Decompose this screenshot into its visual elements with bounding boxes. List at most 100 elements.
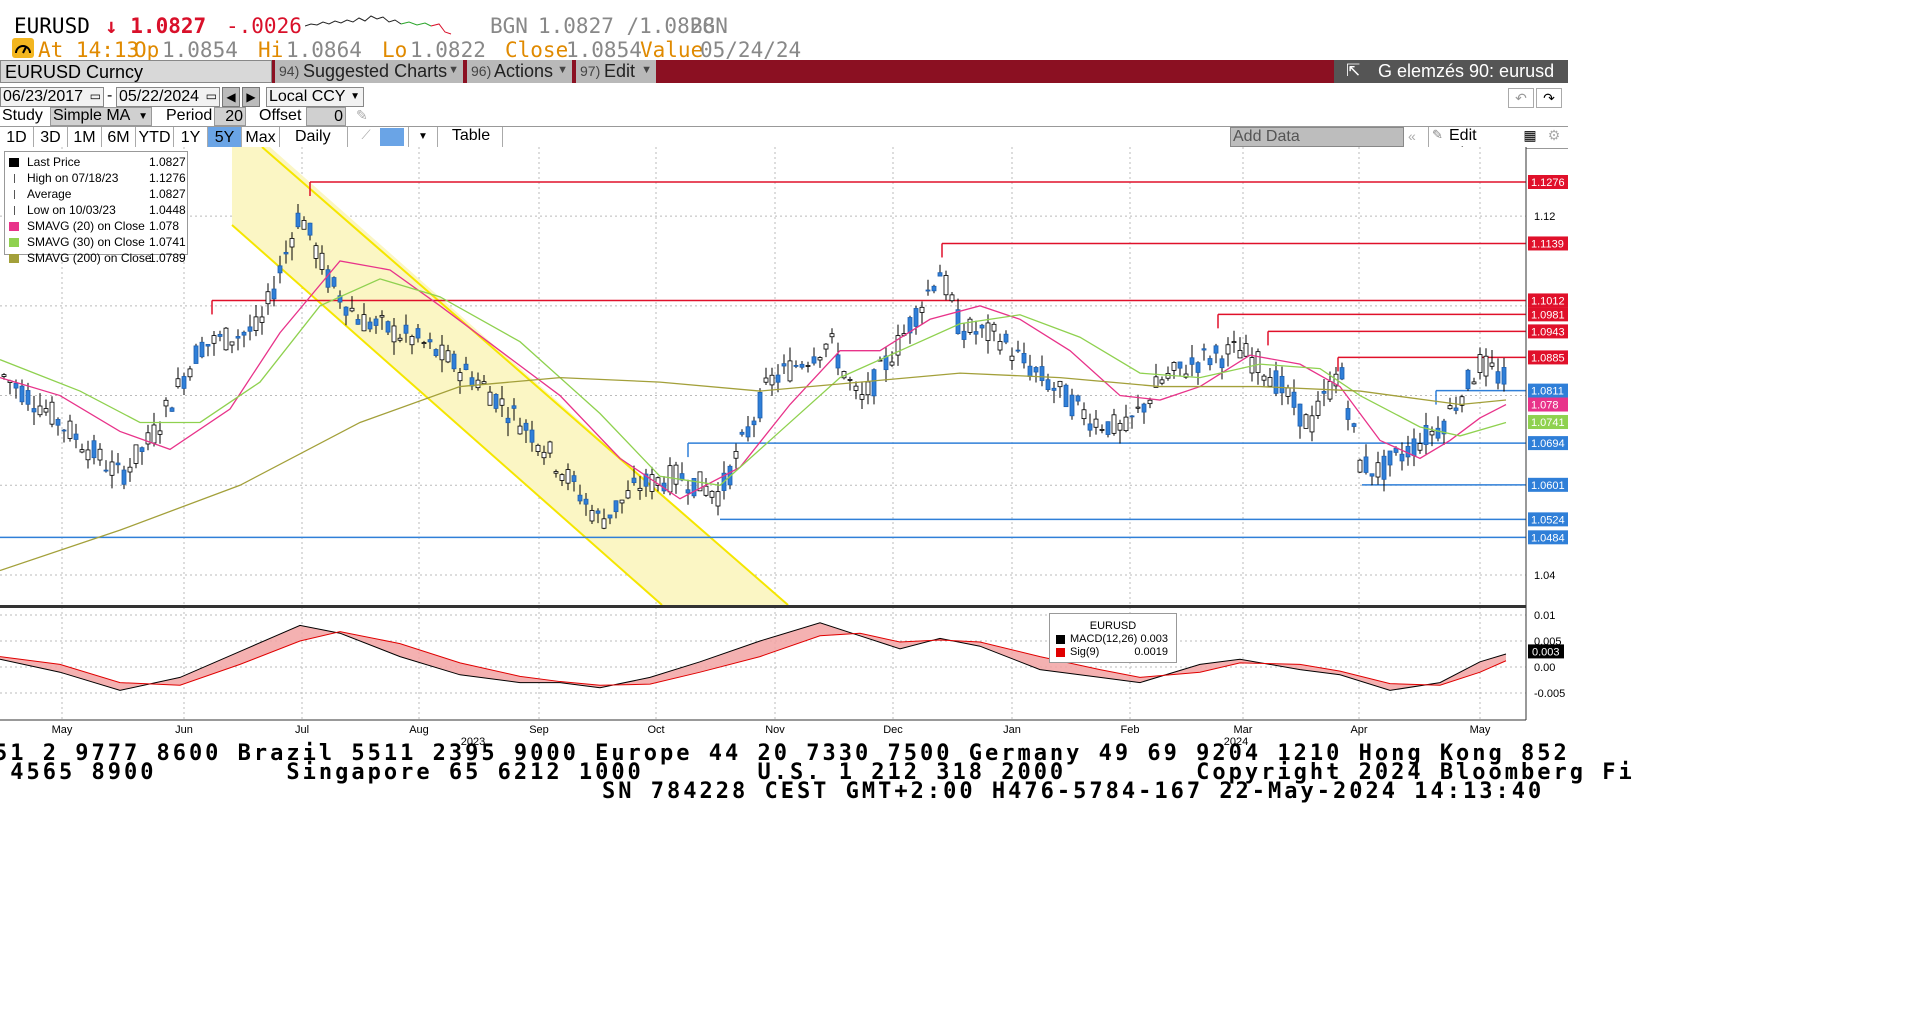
- popout-icon[interactable]: ⇱: [1346, 61, 1360, 81]
- candle: [871, 369, 877, 397]
- candle: [1219, 358, 1225, 369]
- legend-item[interactable]: SMAVG (200) on Close 1.0789: [5, 250, 187, 266]
- sparkline: [305, 15, 452, 35]
- actions-menu[interactable]: 96) Actions ▼: [467, 60, 572, 83]
- range-button-1y[interactable]: 1Y: [174, 127, 208, 148]
- macd-legend-item[interactable]: Sig(9) 0.0019: [1050, 646, 1176, 659]
- month-label: Jul: [295, 724, 309, 736]
- security-symbol: EURUSD: [14, 14, 90, 38]
- chart-legend[interactable]: Last Price 1.0827 High on 07/18/23 1.1276 Av…: [4, 151, 188, 265]
- candle: [109, 461, 115, 476]
- range-button-1d[interactable]: 1D: [0, 127, 34, 148]
- macd-tick-label: -0.005: [1534, 688, 1565, 700]
- currency-select[interactable]: Local CCY ▼: [266, 87, 364, 107]
- menu-label: Edit: [604, 61, 636, 81]
- study-select[interactable]: Simple MA ▼: [50, 107, 152, 126]
- legend-label: Average: [27, 187, 72, 201]
- scroll-right-button[interactable]: ▶: [242, 87, 260, 107]
- macd-legend-item[interactable]: MACD(12,26) 0.003: [1050, 633, 1176, 646]
- candle: [133, 444, 139, 464]
- chart-type-dropdown[interactable]: ▼: [408, 127, 438, 147]
- legend-value: 1.0448: [149, 203, 186, 217]
- legend-swatch: [14, 190, 16, 199]
- candle: [1477, 354, 1483, 373]
- range-button-6m[interactable]: 6M: [102, 127, 136, 148]
- start-date-value: 06/23/2017: [3, 88, 84, 105]
- candle: [1483, 355, 1489, 377]
- month-label: Sep: [529, 724, 549, 736]
- candle: [1411, 438, 1417, 457]
- legend-item[interactable]: SMAVG (20) on Close 1.078: [5, 218, 187, 234]
- calendar-icon[interactable]: ▭: [90, 89, 101, 103]
- candle: [1339, 367, 1345, 380]
- candle: [1105, 421, 1111, 435]
- candle: [367, 321, 373, 330]
- add-data-input[interactable]: Add Data: [1230, 127, 1404, 147]
- candle: [1171, 362, 1177, 371]
- candle: [1051, 387, 1057, 391]
- chart-settings-icon[interactable]: ▦: [1520, 127, 1540, 147]
- edit-chart-button[interactable]: ✎ Edit Chart: [1428, 127, 1517, 162]
- line-chart-button[interactable]: ⟋: [354, 127, 378, 147]
- legend-item[interactable]: SMAVG (30) on Close 1.0741: [5, 234, 187, 250]
- candle: [973, 331, 979, 335]
- calendar-icon[interactable]: ▭: [206, 89, 217, 103]
- candle: [487, 391, 493, 406]
- pencil-icon[interactable]: ✎: [356, 107, 368, 124]
- macd-legend[interactable]: EURUSD MACD(12,26) 0.003 Sig(9) 0.0019: [1049, 613, 1177, 663]
- legend-item[interactable]: High on 07/18/23 1.1276: [5, 170, 187, 186]
- redo-button[interactable]: ↷: [1536, 88, 1562, 108]
- range-button-1m[interactable]: 1M: [68, 127, 102, 148]
- candle: [757, 392, 763, 419]
- candle: [817, 357, 823, 361]
- legend-value: 1.0789: [149, 251, 186, 265]
- candle: [49, 401, 55, 425]
- candle: [781, 363, 787, 367]
- security-field[interactable]: EURUSD Curncy: [0, 60, 272, 83]
- candle: [223, 327, 229, 351]
- security-field-text: EURUSD Curncy: [5, 62, 144, 82]
- legend-item[interactable]: Last Price 1.0827: [5, 154, 187, 170]
- scroll-left-button[interactable]: ◀: [222, 87, 240, 107]
- high-label: Hi: [258, 38, 284, 62]
- candle: [295, 212, 301, 228]
- suggested-charts-menu[interactable]: 94) Suggested Charts ▼: [275, 60, 463, 83]
- legend-label: SMAVG (20) on Close: [27, 219, 145, 233]
- legend-item[interactable]: Low on 10/03/23 1.0448: [5, 202, 187, 218]
- range-button-3d[interactable]: 3D: [34, 127, 68, 148]
- end-date-field[interactable]: 05/22/2024 ▭: [116, 87, 220, 107]
- candle: [271, 288, 277, 300]
- range-button-ytd[interactable]: YTD: [136, 127, 174, 148]
- candle: [1027, 365, 1033, 377]
- candle: [25, 390, 31, 405]
- candle: [1387, 450, 1393, 466]
- frequency-select[interactable]: Daily ▼: [290, 127, 348, 163]
- candle: [919, 306, 925, 313]
- price-chart[interactable]: 1.12 1.04 1.1276 1.1139 1.1012 1.0981 1.0943 1.…: [0, 147, 1568, 747]
- open-label: Op: [134, 38, 160, 62]
- study-value: Simple MA: [53, 107, 131, 124]
- undo-button[interactable]: ↶: [1508, 88, 1534, 108]
- candle: [1399, 453, 1405, 462]
- candle-chart-button[interactable]: [380, 128, 404, 146]
- table-button[interactable]: Table: [440, 127, 503, 147]
- candle: [1123, 416, 1129, 432]
- gear-icon[interactable]: ⚙: [1544, 127, 1564, 147]
- gauge-icon[interactable]: [12, 38, 34, 58]
- legend-item[interactable]: Average 1.0827: [5, 186, 187, 202]
- study-label: Study: [2, 107, 43, 124]
- offset-input[interactable]: 0: [306, 107, 346, 126]
- period-input[interactable]: 20: [214, 107, 246, 126]
- price-label-text: 1.078: [1531, 400, 1559, 412]
- candle: [1045, 379, 1051, 390]
- edit-menu[interactable]: 97) Edit ▼: [576, 60, 656, 83]
- candle: [823, 343, 829, 350]
- range-button-max[interactable]: Max: [242, 127, 280, 148]
- candle: [241, 331, 247, 336]
- start-date-field[interactable]: 06/23/2017 ▭: [0, 87, 104, 107]
- range-button-5y[interactable]: 5Y: [208, 127, 242, 148]
- menu-label: Actions: [494, 61, 554, 81]
- candle: [73, 433, 79, 440]
- collapse-icon[interactable]: «: [1408, 128, 1416, 144]
- candle: [1213, 345, 1219, 354]
